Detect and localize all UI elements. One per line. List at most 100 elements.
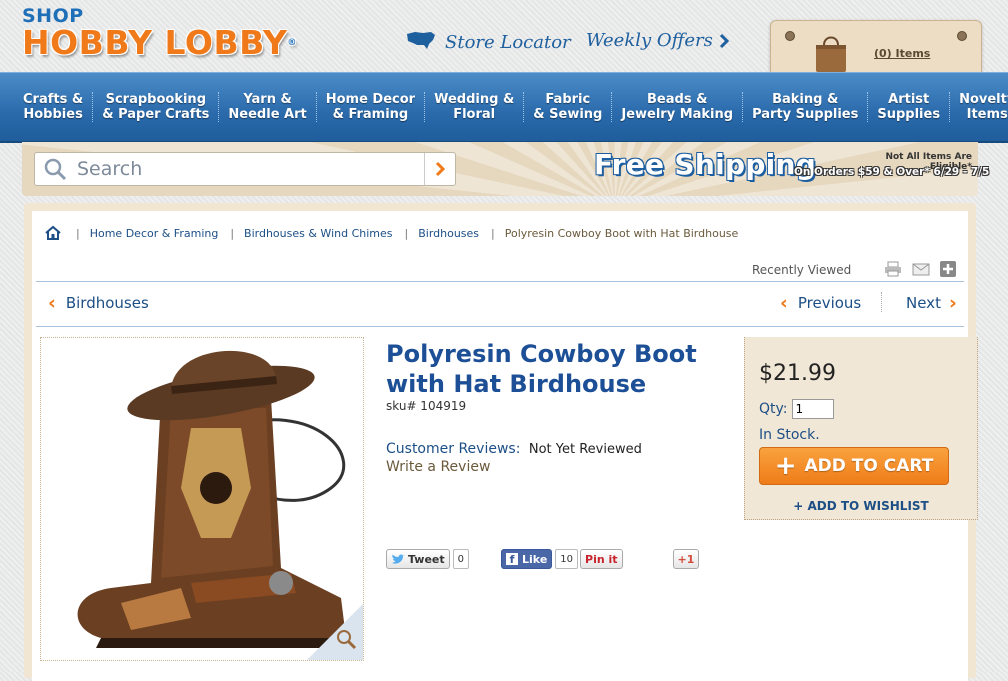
customer-reviews: Customer Reviews: Not Yet Reviewed — [386, 441, 642, 457]
zoom-magnifier-icon[interactable] — [335, 628, 357, 654]
breadcrumb-current: Polyresin Cowboy Boot with Hat Birdhouse — [504, 226, 739, 240]
product-title-line: Polyresin Cowboy Boot — [386, 340, 697, 368]
like-count: 10 — [555, 549, 579, 569]
promo-title: Free Shipping — [594, 148, 817, 181]
nav-item-wedding-floral[interactable]: Wedding & Floral — [425, 92, 525, 122]
nav-label: Baking & — [772, 92, 839, 107]
reviews-value: Not Yet Reviewed — [528, 442, 642, 457]
logo[interactable]: SHOP HOBBY LOBBY® — [22, 6, 297, 60]
facebook-like-button[interactable]: f Like — [501, 549, 553, 569]
nav-label: & Framing — [332, 107, 409, 122]
nav-label: Yarn & — [243, 92, 292, 107]
cart-box[interactable]: (0) Items — [770, 20, 982, 74]
add-to-wishlist-link[interactable]: + ADD TO WISHLIST — [745, 499, 977, 513]
chevron-right-icon — [435, 161, 445, 177]
nav-label: Supplies — [877, 107, 941, 122]
nav-item-beads-jewelry[interactable]: Beads & Jewelry Making — [612, 92, 744, 122]
logo-name-text: HOBBY LOBBY® — [22, 23, 297, 62]
store-locator-label: Store Locator — [445, 32, 571, 53]
nail-icon — [957, 31, 967, 41]
quantity-input[interactable] — [791, 399, 834, 419]
weekly-offers-link[interactable]: Weekly Offers — [586, 30, 729, 51]
nav-label: Home Decor — [325, 92, 416, 107]
chevron-left-icon: ‹ — [48, 291, 56, 314]
tweet-button[interactable]: Tweet — [386, 549, 450, 569]
search-icon — [43, 157, 67, 181]
divider — [881, 292, 882, 312]
nav-item-yarn-needle-art[interactable]: Yarn & Needle Art — [219, 92, 317, 122]
nav-label: Wedding & — [434, 92, 515, 107]
pinterest-button[interactable]: Pin it — [580, 549, 623, 569]
social-share-bar: Tweet 0 f Like 10 Pin it +1 — [386, 549, 700, 569]
previous-label: Previous — [797, 294, 862, 312]
chevron-right-icon — [719, 33, 729, 49]
stock-status: In Stock. — [759, 427, 820, 443]
nav-item-scrapbooking[interactable]: Scrapbooking & Paper Crafts — [93, 92, 220, 122]
product-title: Polyresin Cowboy Boot with Hat Birdhouse — [386, 339, 726, 399]
next-label: Next — [906, 294, 941, 312]
nav-item-baking-party[interactable]: Baking & Party Supplies — [743, 92, 869, 122]
shopping-bag-icon[interactable] — [813, 33, 849, 77]
content-panel: | Home Decor & Framing | Birdhouses & Wi… — [24, 203, 978, 681]
search-submit-button[interactable] — [424, 153, 455, 185]
back-to-category-link[interactable]: ‹ Birdhouses — [48, 291, 149, 314]
product-price: $21.99 — [759, 361, 836, 386]
tweet-label: Tweet — [408, 552, 445, 566]
recently-viewed-link[interactable]: Recently Viewed — [752, 263, 851, 277]
add-to-cart-button[interactable]: + ADD TO CART — [759, 447, 949, 485]
quantity-label: Qty: — [759, 401, 788, 417]
nav-label: Party Supplies — [752, 107, 859, 122]
nav-item-home-decor[interactable]: Home Decor & Framing — [317, 92, 426, 122]
breadcrumb-separator: | — [76, 226, 80, 240]
buy-box: $21.99 Qty: In Stock. + ADD TO CART + AD… — [744, 337, 978, 520]
back-label: Birdhouses — [65, 294, 149, 312]
facebook-icon: f — [506, 553, 519, 566]
tweet-count: 0 — [452, 549, 470, 569]
nav-item-fabric-sewing[interactable]: Fabric & Sewing — [524, 92, 613, 122]
pin-label: Pin it — [585, 552, 618, 566]
nav-label: Novelty — [959, 92, 1008, 107]
next-product-link[interactable]: Next › — [906, 293, 957, 312]
breadcrumb-birdhouses[interactable]: Birdhouses — [418, 227, 479, 240]
search-box — [34, 152, 456, 186]
print-icon[interactable] — [884, 261, 902, 277]
nav-item-novelty-items[interactable]: NoveltyItems — [950, 92, 1008, 122]
breadcrumb-separator: | — [230, 226, 235, 240]
nav-label: Artist — [888, 92, 930, 107]
email-icon[interactable] — [912, 261, 930, 277]
write-review-link[interactable]: Write a Review — [386, 459, 490, 475]
main-nav: Crafts & Hobbies Scrapbooking & Paper Craf… — [0, 72, 1008, 143]
store-locator-link[interactable]: Store Locator — [405, 30, 571, 55]
nav-item-crafts-hobbies[interactable]: Crafts & Hobbies — [14, 92, 94, 122]
product-image[interactable] — [40, 337, 364, 661]
home-icon[interactable] — [44, 225, 62, 241]
nav-label: Crafts & — [23, 92, 84, 107]
twitter-bird-icon — [392, 554, 405, 564]
nav-item-artist-supplies[interactable]: Artist Supplies — [868, 92, 951, 122]
cart-items-link[interactable]: (0) Items — [874, 47, 930, 60]
breadcrumb-home-decor[interactable]: Home Decor & Framing — [90, 227, 219, 240]
product-sku: sku# 104919 — [386, 399, 467, 413]
add-to-cart-label: ADD TO CART — [804, 456, 934, 476]
nav-label: & Paper Crafts — [102, 107, 210, 122]
search-input[interactable] — [75, 157, 419, 181]
nav-label: & Sewing — [533, 107, 603, 122]
chevron-left-icon: ‹ — [780, 291, 788, 314]
reviews-label: Customer Reviews: — [386, 441, 521, 457]
google-plus-button[interactable]: +1 — [672, 549, 700, 569]
weekly-offers-label: Weekly Offers — [586, 30, 713, 51]
breadcrumb-separator: | — [491, 226, 495, 240]
nav-label: Needle Art — [228, 107, 307, 122]
breadcrumb-birdhouses-wind-chimes[interactable]: Birdhouses & Wind Chimes — [244, 227, 392, 240]
previous-product-link[interactable]: ‹ Previous — [780, 291, 862, 314]
usa-map-icon — [405, 30, 437, 55]
breadcrumb: | Home Decor & Framing | Birdhouses & Wi… — [44, 225, 738, 241]
nav-label: Items — [966, 107, 1008, 122]
free-shipping-promo[interactable]: Free Shipping Not All Items Are Eligible… — [594, 148, 989, 181]
share-plus-icon[interactable] — [940, 261, 956, 277]
nav-label: Jewelry Making — [621, 107, 734, 122]
plus-icon: + — [774, 451, 797, 481]
promo-subtitle: On Orders $59 & Over* 6/29 - 7/5 — [794, 166, 990, 178]
product-pager: ‹ Birdhouses ‹ Previous Next › — [36, 281, 964, 327]
quantity-row: Qty: — [759, 399, 834, 419]
